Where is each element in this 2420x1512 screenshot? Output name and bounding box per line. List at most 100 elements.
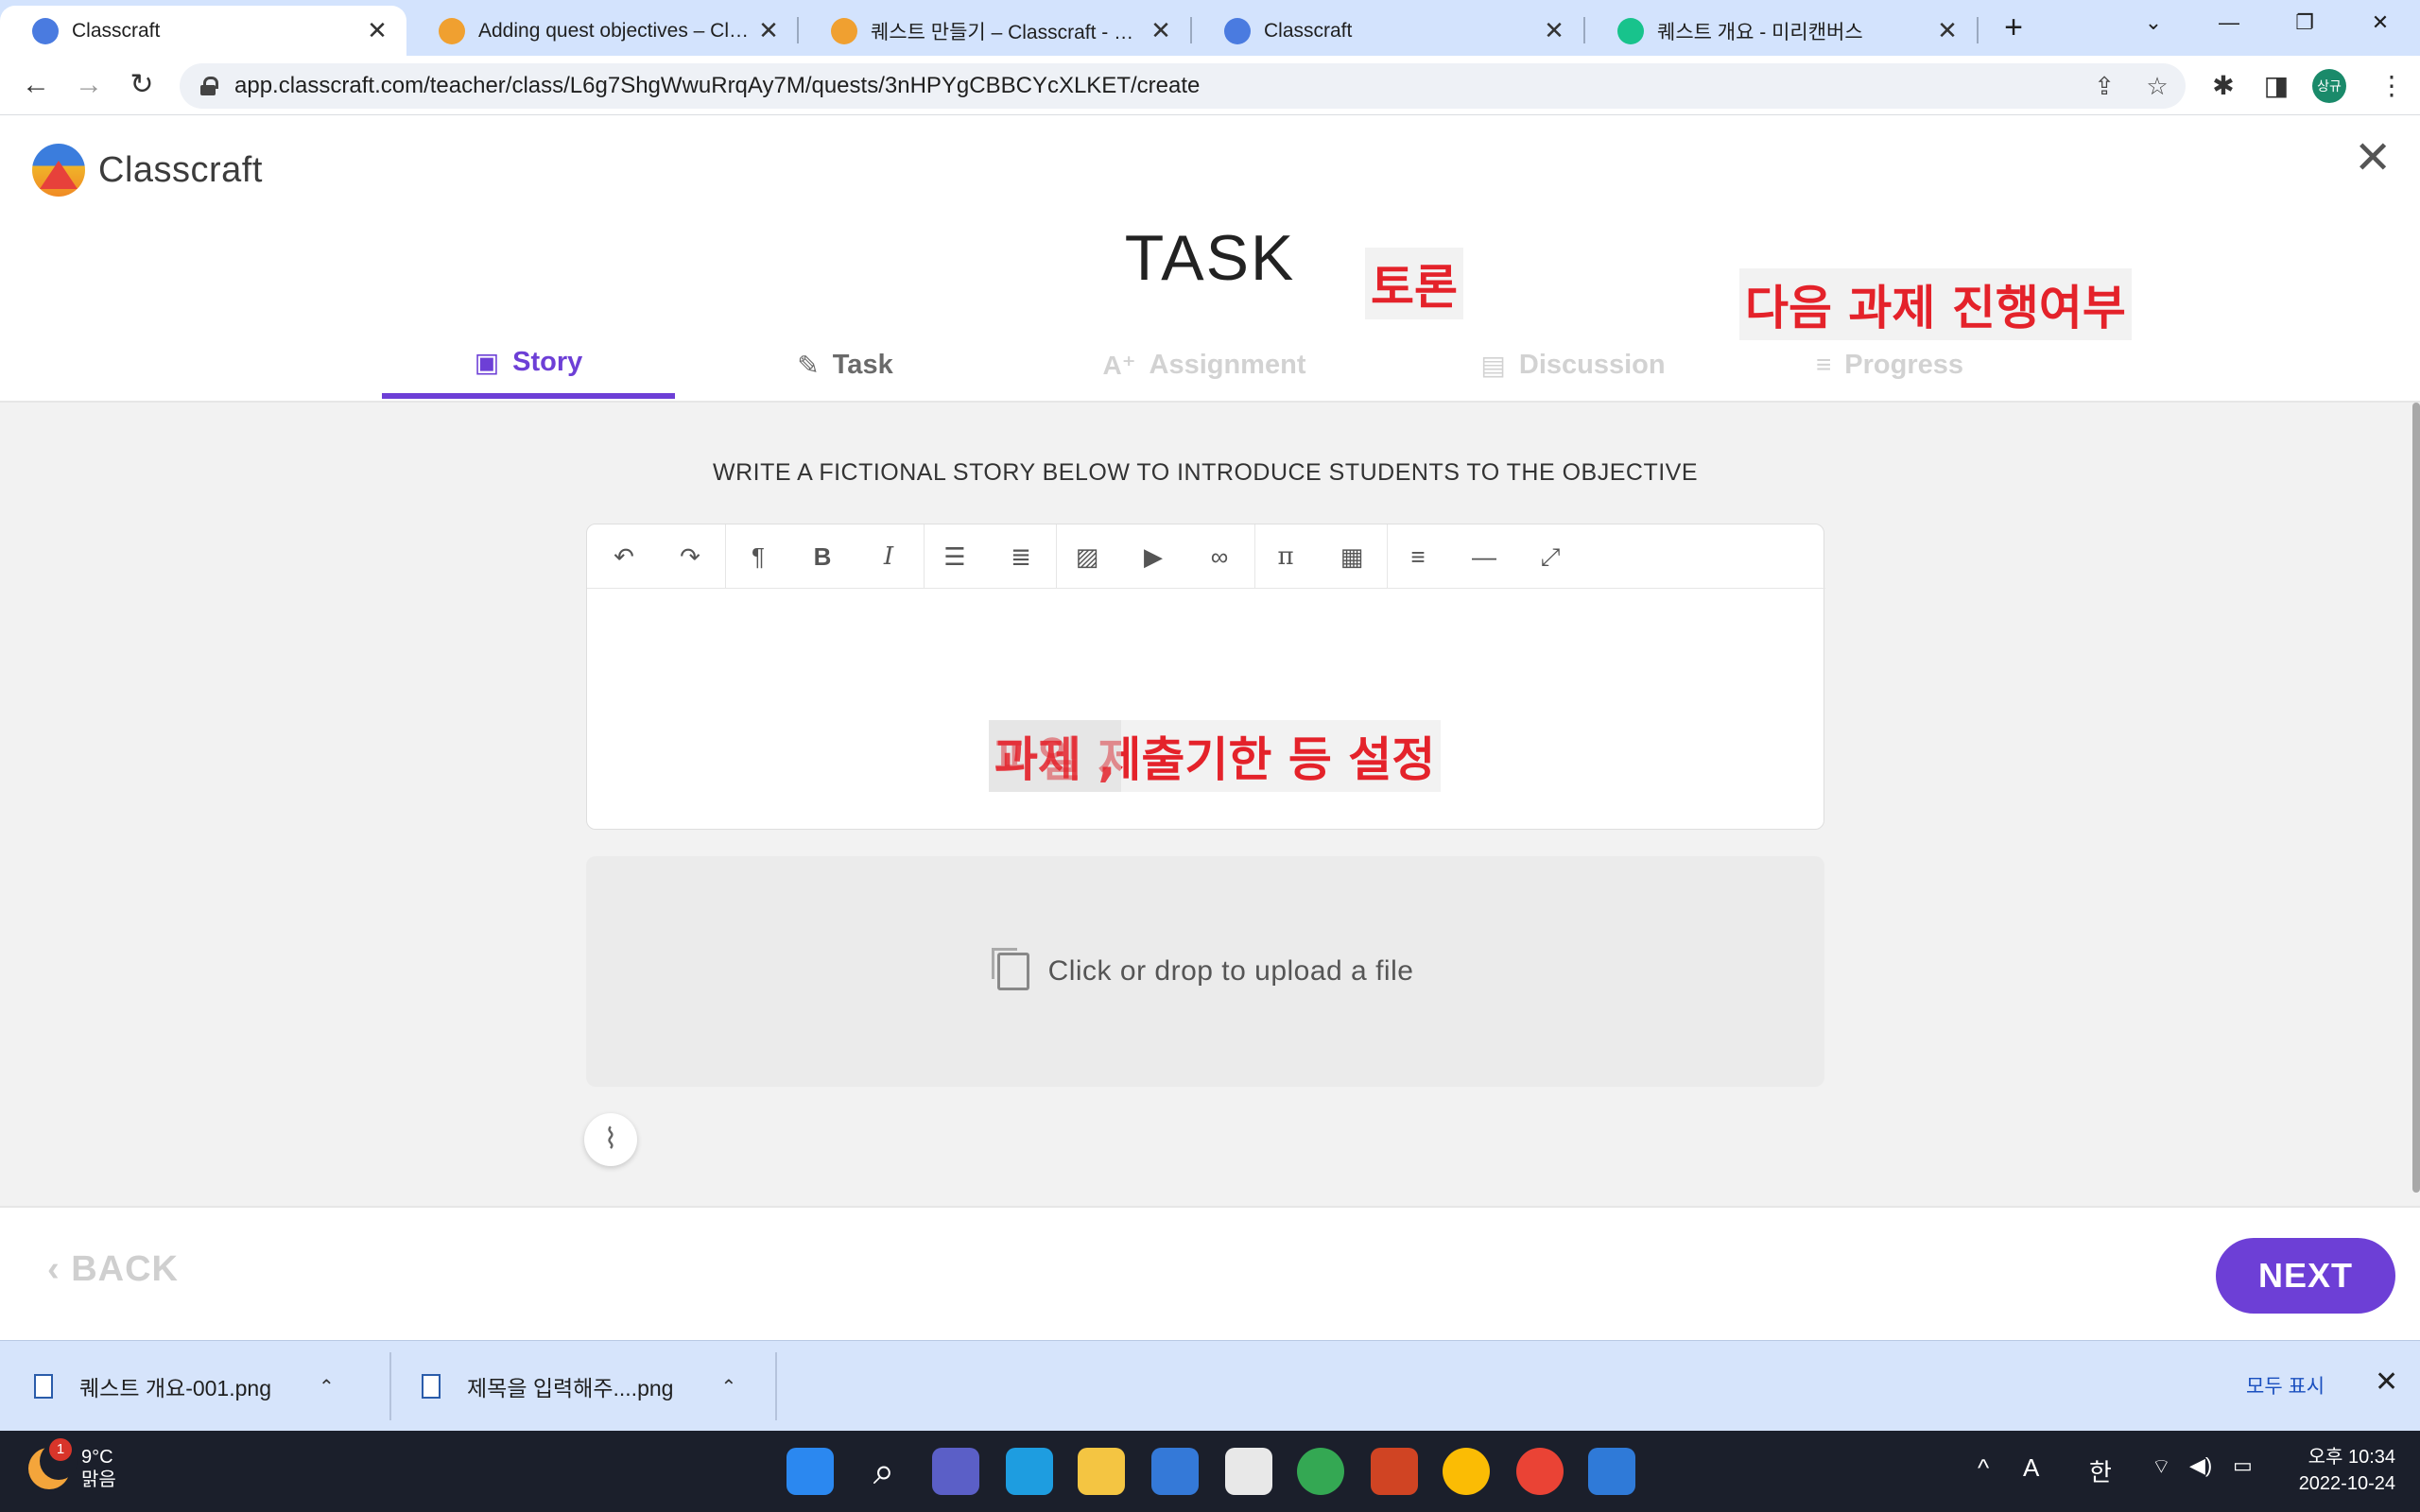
annotation-task: 과제 , <box>989 720 1122 792</box>
attachment-paperclip-icon[interactable]: ⌇ <box>584 1113 637 1166</box>
file-explorer-icon[interactable] <box>1078 1448 1125 1495</box>
system-clock[interactable]: 오후 10:34 2022-10-24 <box>2278 1444 2395 1497</box>
download-item[interactable]: 퀘스트 개요-001.png ⌃ <box>34 1358 335 1415</box>
close-tab-icon[interactable]: ✕ <box>365 16 389 45</box>
browser-tab[interactable]: Classcraft ✕ <box>0 6 406 56</box>
link-icon[interactable]: ∞ <box>1196 536 1243 577</box>
chevron-up-icon[interactable]: ⌃ <box>319 1375 335 1399</box>
close-tab-icon[interactable]: ✕ <box>1542 16 1566 45</box>
miricanvas-favicon-icon <box>1617 17 1644 44</box>
close-shelf-icon[interactable]: ✕ <box>2375 1366 2398 1399</box>
search-icon[interactable]: ⌕ <box>860 1448 908 1495</box>
quest-header: Classcraft ✕ TASK ▣ Story ✎ Task A⁺ Assi… <box>0 115 2420 403</box>
weather-widget[interactable]: 1 9°C 맑음 <box>28 1438 116 1491</box>
classcraft-mountain-icon <box>32 144 85 197</box>
ime-mode[interactable]: A <box>2023 1453 2039 1483</box>
extensions-puzzle-icon[interactable]: ✱ <box>2204 67 2242 105</box>
menu-kebab-icon[interactable]: ⋮ <box>2373 67 2411 105</box>
bullet-list-icon[interactable]: ☰ <box>931 536 978 577</box>
horizontal-rule-icon[interactable]: — <box>1461 536 1508 577</box>
tab-title: 퀘스트 개요 - 미리캔버스 <box>1657 21 1863 43</box>
tab-task[interactable]: ✎ Task <box>675 331 1015 399</box>
restore-icon[interactable]: ❐ <box>2276 4 2333 42</box>
math-icon[interactable]: π <box>1262 536 1309 577</box>
download-filename: 제목을 입력해주....png <box>467 1376 674 1400</box>
paragraph-icon[interactable]: ¶ <box>735 536 782 577</box>
toolbar-divider <box>725 524 726 589</box>
close-tab-icon[interactable]: ✕ <box>1149 16 1173 45</box>
show-hidden-icons-chevron-icon[interactable]: ^ <box>1978 1453 1989 1483</box>
reload-icon[interactable]: ↻ <box>123 67 161 105</box>
clock-time: 오후 10:34 <box>2308 1447 2395 1468</box>
browser-tab[interactable]: Adding quest objectives – Classcraft ✕ <box>406 6 798 56</box>
tab-story[interactable]: ▣ Story <box>382 331 675 399</box>
next-button[interactable]: NEXT <box>2216 1238 2395 1314</box>
start-windows-icon[interactable] <box>786 1448 834 1495</box>
browser-tab[interactable]: 퀘스트 만들기 – Classcraft - 지원 ✕ <box>799 6 1190 56</box>
tab-label: Story <box>512 346 583 377</box>
download-filename: 퀘스트 개요-001.png <box>79 1376 271 1400</box>
shelf-divider <box>775 1352 777 1420</box>
browser-tab[interactable]: Classcraft ✕ <box>1192 6 1583 56</box>
file-upload-dropzone[interactable]: Click or drop to upload a file <box>586 856 1824 1087</box>
minimize-icon[interactable]: — <box>2201 4 2257 42</box>
table-icon[interactable]: ▦ <box>1328 536 1375 577</box>
chrome-icon[interactable] <box>1443 1448 1490 1495</box>
show-all-downloads-link[interactable]: 모두 표시 <box>2246 1371 2325 1400</box>
story-text-area[interactable] <box>587 589 1825 829</box>
edit-icon: ✎ <box>797 350 820 380</box>
new-tab-plus-icon[interactable]: + <box>1995 9 2032 47</box>
share-icon[interactable]: ⇪ <box>2085 67 2123 105</box>
image-icon[interactable]: ▨ <box>1063 536 1111 577</box>
bold-icon[interactable]: B <box>799 536 846 577</box>
teams-chat-icon[interactable] <box>932 1448 979 1495</box>
profile-avatar[interactable]: 상규 <box>2312 69 2346 103</box>
snipping-tool-icon[interactable] <box>1225 1448 1272 1495</box>
page-scrollbar[interactable] <box>2411 403 2420 1206</box>
url-bar[interactable]: app.classcraft.com/teacher/class/L6g7Shg… <box>180 63 2186 109</box>
chevron-up-icon[interactable]: ⌃ <box>720 1375 736 1399</box>
tab-label: Task <box>832 349 893 380</box>
powerpoint-icon[interactable] <box>1371 1448 1418 1495</box>
volume-icon[interactable]: ◀) <box>2189 1453 2212 1478</box>
back-arrow-icon[interactable]: ← <box>17 67 55 105</box>
chrome-icon[interactable] <box>1516 1448 1564 1495</box>
address-toolbar: ← → ↻ app.classcraft.com/teacher/class/L… <box>0 56 2420 115</box>
redo-icon[interactable]: ↷ <box>666 536 714 577</box>
photos-icon[interactable] <box>1588 1448 1635 1495</box>
numbered-list-icon[interactable]: ≣ <box>997 536 1045 577</box>
wifi-icon[interactable]: ⌔ <box>2152 1453 2171 1480</box>
ime-language[interactable]: 한 <box>2089 1453 2112 1488</box>
video-icon[interactable]: ▶ <box>1130 536 1177 577</box>
close-tab-icon[interactable]: ✕ <box>1935 16 1960 45</box>
weather-desc: 맑음 <box>81 1469 116 1490</box>
window-close-icon[interactable]: ✕ <box>2352 4 2409 42</box>
close-tab-icon[interactable]: ✕ <box>756 16 781 45</box>
undo-icon[interactable]: ↶ <box>600 536 648 577</box>
calendar-icon[interactable] <box>1151 1448 1199 1495</box>
fullscreen-icon[interactable]: ⤢ <box>1527 536 1574 577</box>
browser-tab[interactable]: 퀘스트 개요 - 미리캔버스 ✕ <box>1585 6 1977 56</box>
classcraft-logo[interactable]: Classcraft <box>32 144 263 197</box>
instruction-text: WRITE A FICTIONAL STORY BELOW TO INTRODU… <box>712 459 1699 486</box>
classcraft-favicon-icon <box>32 17 59 44</box>
battery-icon[interactable]: ▭ <box>2233 1453 2253 1478</box>
chat-icon: ▤ <box>1480 350 1506 380</box>
close-icon[interactable]: ✕ <box>2354 136 2392 181</box>
tab-search-chevron-icon[interactable]: ⌄ <box>2125 4 2182 42</box>
bookmark-star-icon[interactable]: ☆ <box>2138 67 2176 105</box>
scrollbar-thumb[interactable] <box>2412 403 2420 1193</box>
side-panel-icon[interactable]: ◨ <box>2257 67 2295 105</box>
edge-browser-icon[interactable] <box>1006 1448 1053 1495</box>
classcraft-favicon-icon <box>831 17 857 44</box>
forward-arrow-icon[interactable]: → <box>70 67 108 105</box>
italic-icon[interactable]: I <box>865 536 912 577</box>
download-item[interactable]: 제목을 입력해주....png ⌃ <box>422 1358 736 1415</box>
chrome-icon[interactable] <box>1297 1448 1344 1495</box>
clock-date: 2022-10-24 <box>2298 1473 2395 1494</box>
page-title: TASK <box>1124 222 1296 294</box>
tab-label: Discussion <box>1518 349 1666 380</box>
windows-taskbar: 1 9°C 맑음 ⌕ ^ A 한 ⌔ ◀) ▭ 오후 10:34 2022-10… <box>0 1431 2420 1512</box>
notification-badge: 1 <box>49 1438 72 1461</box>
align-icon[interactable]: ≡ <box>1394 536 1442 577</box>
